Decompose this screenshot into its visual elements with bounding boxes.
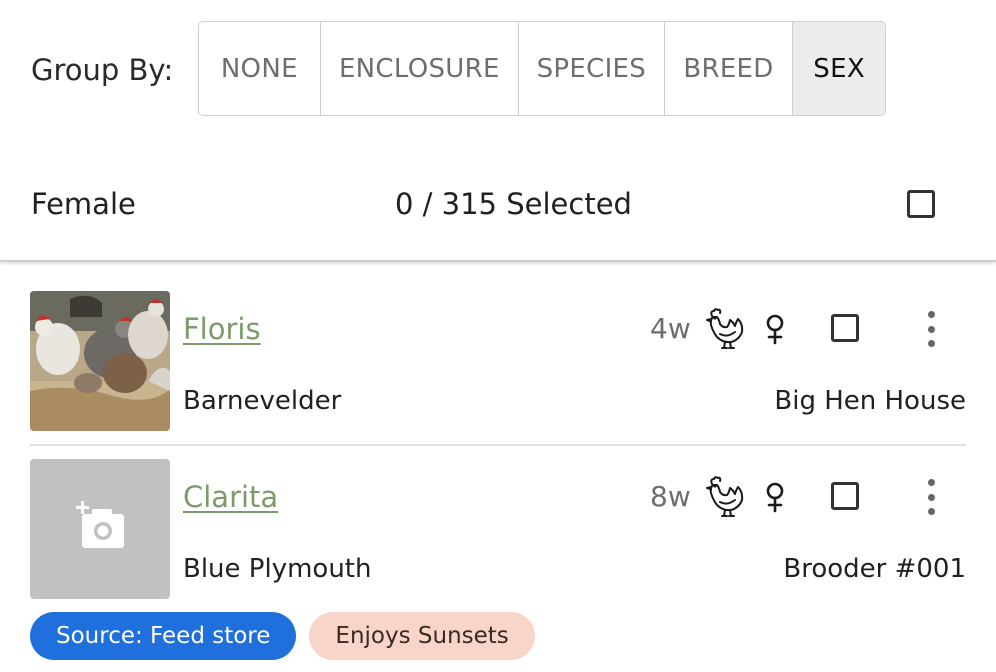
animal-row[interactable]: Clarita 8w Blue Plymouth Brooder #001 So…: [30, 459, 966, 672]
selection-count: 0 / 315 Selected: [395, 187, 632, 221]
more-options-icon[interactable]: [920, 479, 942, 515]
tag-list: Source: Feed store Enjoys Sunsets: [30, 612, 535, 660]
animal-name-link[interactable]: Clarita: [183, 477, 278, 517]
female-icon: [766, 314, 784, 345]
animal-breed: Barnevelder: [183, 386, 342, 416]
group-title: Female: [31, 187, 136, 221]
group-by-segmented-control: NONE ENCLOSURE SPECIES BREED SEX: [198, 21, 886, 116]
chicken-icon: [706, 308, 744, 349]
tag-source[interactable]: Source: Feed store: [30, 612, 297, 660]
animal-age: 8w: [650, 480, 691, 513]
group-by-bar: Group By: NONE ENCLOSURE SPECIES BREED S…: [0, 0, 996, 140]
tag-note[interactable]: Enjoys Sunsets: [309, 612, 535, 660]
group-header: Female 0 / 315 Selected: [0, 150, 996, 262]
chicken-icon: [706, 476, 744, 517]
animal-row[interactable]: Floris 4w Barnevelder Big Hen House: [30, 291, 966, 446]
animal-photo[interactable]: [30, 291, 170, 431]
animal-select-checkbox[interactable]: [831, 482, 859, 510]
group-by-enclosure-button[interactable]: ENCLOSURE: [321, 22, 520, 115]
select-all-checkbox[interactable]: [907, 190, 935, 218]
add-photo-icon: [76, 501, 124, 548]
group-by-species-button[interactable]: SPECIES: [519, 22, 665, 115]
more-options-icon[interactable]: [920, 311, 942, 347]
group-by-breed-button[interactable]: BREED: [665, 22, 794, 115]
group-by-sex-button[interactable]: SEX: [793, 22, 885, 115]
group-by-label: Group By:: [31, 53, 174, 87]
animal-select-checkbox[interactable]: [831, 314, 859, 342]
photo-placeholder[interactable]: [30, 459, 170, 599]
animal-location: Big Hen House: [774, 386, 966, 416]
female-icon: [766, 482, 784, 513]
animal-age: 4w: [650, 312, 691, 345]
group-by-none-button[interactable]: NONE: [199, 22, 321, 115]
animal-name-link[interactable]: Floris: [183, 309, 261, 349]
animal-location: Brooder #001: [783, 554, 966, 584]
animal-breed: Blue Plymouth: [183, 554, 372, 584]
